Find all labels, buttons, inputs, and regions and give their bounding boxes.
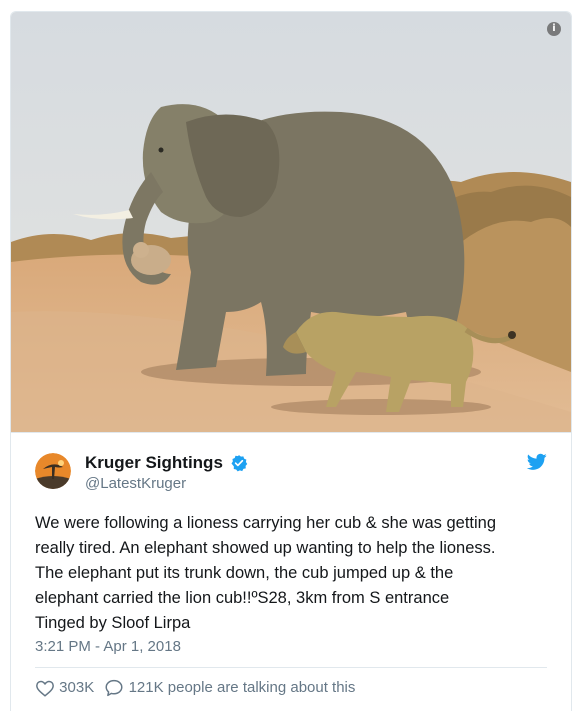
like-button[interactable]: 303K — [35, 677, 94, 699]
tweet-text: We were following a lioness carrying her… — [35, 514, 497, 632]
author-handle[interactable]: @LatestKruger — [85, 474, 248, 494]
kruger-sightings-logo-icon — [35, 453, 71, 489]
author-names: Kruger Sightings @LatestKruger — [85, 452, 248, 494]
heart-icon — [36, 680, 54, 697]
like-count: 303K — [59, 679, 95, 697]
divider — [35, 667, 547, 668]
tweet-card: i Kruger Sightings @LatestKruger We were… — [10, 11, 572, 711]
tweet-body: Kruger Sightings @LatestKruger We were f… — [11, 432, 571, 697]
info-icon[interactable]: i — [547, 22, 561, 36]
speech-bubble-icon — [105, 679, 123, 697]
avatar[interactable] — [35, 453, 71, 489]
tweet-photo[interactable]: i — [11, 12, 571, 432]
twitter-bird-icon[interactable] — [527, 453, 547, 471]
conversation-text: 121K people are talking about this — [128, 679, 356, 697]
elephant-lion-photo-illustration — [11, 12, 571, 432]
reply-conversation-link[interactable]: 121K people are talking about this — [104, 677, 355, 699]
tweet-timestamp[interactable]: 3:21 PM - Apr 1, 2018 — [35, 637, 181, 657]
engagement-bar: 303K 121K people are talking about this — [35, 677, 355, 699]
tweet-header: Kruger Sightings @LatestKruger — [35, 453, 547, 499]
verified-badge-icon — [231, 455, 248, 472]
author-display-name[interactable]: Kruger Sightings — [85, 452, 223, 474]
